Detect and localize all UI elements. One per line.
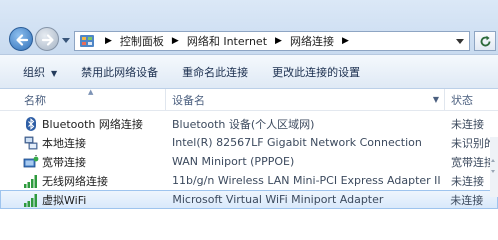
device-name: Intel(R) 82567LF Gigabit Network Connect… [172, 136, 422, 149]
column-header-name[interactable]: ▲ 名称 [0, 88, 165, 110]
breadcrumb-separator[interactable]: ▶ [99, 36, 118, 46]
wireless-signal-icon [24, 174, 37, 188]
device-name: 11b/g/n Wireless LAN Mini-PCI Express Ad… [172, 174, 441, 187]
breadcrumb-network-internet[interactable]: 网络和 Internet [185, 33, 269, 49]
device-name: WAN Miniport (PPPOE) [172, 155, 295, 168]
list-item-selected[interactable]: 虚拟WiFi Microsoft Virtual WiFi Miniport A… [0, 190, 498, 209]
connection-name: 宽带连接 [42, 155, 86, 169]
device-name: Microsoft Virtual WiFi Miniport Adapter [172, 193, 384, 206]
organize-label: 组织 [23, 65, 45, 79]
disable-device-button[interactable]: 禁用此网络设备 [69, 64, 170, 80]
breadcrumb-network-connections[interactable]: 网络连接 [288, 33, 336, 49]
back-button[interactable] [9, 27, 33, 51]
control-panel-icon [80, 35, 94, 47]
list-item[interactable]: 无线网络连接 11b/g/n Wireless LAN Mini-PCI Exp… [0, 171, 498, 190]
address-field[interactable]: ▶ 控制面板 ▶ 网络和 Internet ▶ 网络连接 ▶ [74, 31, 470, 51]
list-header: ▲ 名称 设备名 ▼ 状态 [0, 88, 498, 111]
address-bar-area: ▶ 控制面板 ▶ 网络和 Internet ▶ 网络连接 ▶ [0, 0, 498, 55]
address-history-dropdown[interactable] [456, 38, 464, 44]
column-status-label: 状态 [451, 93, 473, 107]
list-item[interactable]: 本地连接 Intel(R) 82567LF Gigabit Network Co… [0, 133, 498, 152]
column-header-status[interactable]: 状态 [444, 89, 498, 110]
breadcrumb-control-panel[interactable]: 控制面板 [118, 33, 166, 49]
arrow-left-icon [16, 34, 29, 46]
connection-name: 虚拟WiFi [42, 193, 87, 207]
connection-name: Bluetooth 网络连接 [42, 117, 143, 131]
arrow-right-icon [41, 34, 54, 46]
sort-ascending-icon: ▲ [88, 88, 94, 96]
connection-status: 未连接 [451, 117, 484, 131]
connection-list: Bluetooth 网络连接 Bluetooth 设备(个人区域网) 未连接 本… [0, 114, 498, 209]
connection-name: 本地连接 [42, 136, 86, 150]
refresh-icon [480, 35, 491, 47]
broadband-icon [23, 154, 39, 167]
scrollbar[interactable] [486, 137, 498, 197]
breadcrumb-separator[interactable]: ▶ [269, 36, 288, 46]
bluetooth-icon [26, 116, 36, 131]
command-bar: 组织 ▼ 禁用此网络设备 重命名此连接 更改此连接的设置 [0, 55, 498, 89]
lan-icon [24, 136, 38, 149]
list-item[interactable]: 宽带连接 WAN Miniport (PPPOE) 宽带连接 [0, 152, 498, 171]
column-device-label: 设备名 [172, 93, 205, 107]
change-settings-button[interactable]: 更改此连接的设置 [260, 64, 372, 80]
device-name: Bluetooth 设备(个人区域网) [172, 117, 315, 131]
forward-button[interactable] [35, 27, 59, 51]
breadcrumb-separator[interactable]: ▶ [166, 36, 185, 46]
wireless-signal-icon [24, 193, 37, 207]
column-name-label: 名称 [24, 93, 46, 107]
column-header-device[interactable]: 设备名 ▼ [165, 89, 444, 110]
rename-connection-button[interactable]: 重命名此连接 [170, 64, 260, 80]
organize-menu[interactable]: 组织 ▼ [0, 64, 69, 80]
recent-pages-dropdown[interactable] [62, 38, 70, 43]
chevron-down-icon: ▼ [51, 68, 58, 78]
breadcrumb-separator[interactable]: ▶ [336, 36, 355, 46]
connection-name: 无线网络连接 [42, 174, 108, 188]
list-item[interactable]: Bluetooth 网络连接 Bluetooth 设备(个人区域网) 未连接 [0, 114, 498, 133]
refresh-button[interactable] [474, 31, 496, 51]
column-filter-dropdown-icon[interactable]: ▼ [433, 95, 439, 104]
